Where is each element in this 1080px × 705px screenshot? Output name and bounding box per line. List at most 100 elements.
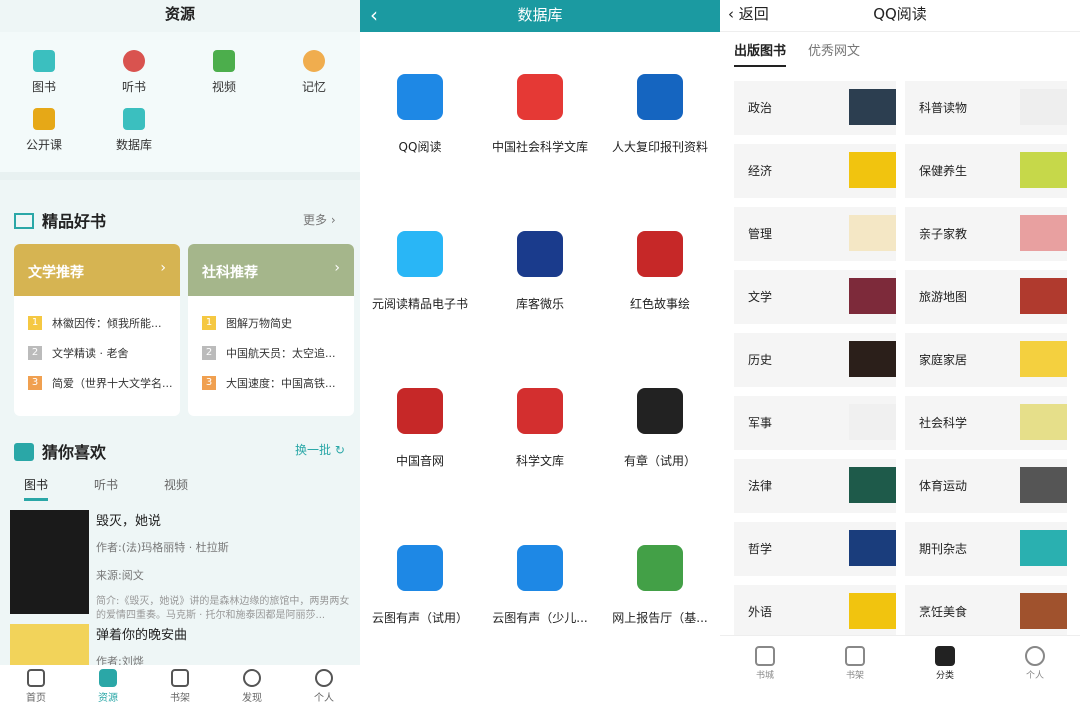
category-name: 体育运动 [919,479,968,493]
resource-video[interactable]: 视频 [194,50,254,95]
nav-label: 书架 [845,671,864,681]
database-item[interactable]: 有章（试用） [600,388,720,469]
nav-profile[interactable]: 个人 [294,665,354,705]
tab-web-novels[interactable]: 优秀网文 [808,40,860,67]
category-item[interactable]: 历史 [734,333,896,387]
list-item[interactable]: 1 图解万物简史 [188,308,354,338]
database-item[interactable]: 红色故事绘 [600,231,720,312]
more-label: 更多 [303,213,328,227]
guess-title: 猜你喜欢 [42,443,107,462]
list-item[interactable]: 3 大国速度：中国高铁... [188,368,354,398]
nav-resources[interactable]: 资源 [78,665,138,705]
category-name: 政治 [748,101,773,115]
category-item[interactable]: 外语 [734,585,896,639]
nav-shelf[interactable]: 书架 [825,642,885,705]
category-item[interactable]: 哲学 [734,522,896,576]
guess-heading: 猜你喜欢 [14,439,106,463]
back-button[interactable]: ‹ 返回 [728,0,769,28]
qq-reading-panel: ‹ 返回 QQ阅读 出版图书 优秀网文 政治 科普读物 经济 保健养生 管理 亲子家教 文学… [720,0,1080,705]
category-name: 旅游地图 [919,290,968,304]
category-item[interactable]: 体育运动 [905,459,1067,513]
database-item[interactable]: 元阅读精品电子书 [360,231,480,312]
category-cover [849,215,896,251]
database-label: 云图有声（少儿... [492,611,588,625]
headphones-icon [123,50,145,72]
database-item[interactable]: 中国音网 [360,388,480,469]
back-button[interactable]: ‹ [370,0,378,30]
divider [0,172,360,180]
item-title: 大国速度：中国高铁... [226,377,336,390]
tab-published-books[interactable]: 出版图书 [734,40,787,67]
book-desc: 简介:《毁灭，她说》讲的是森林边缘的旅馆中，两男两女的爱情四重奏。马克斯 · 托… [96,596,350,621]
resource-books[interactable]: 图书 [14,50,74,95]
card-header[interactable]: 文学推荐 › [14,244,180,296]
nav-profile[interactable]: 个人 [1005,642,1065,705]
nav-label: 个人 [1025,671,1044,681]
refresh-label: 换一批 [295,443,332,457]
database-item[interactable]: QQ阅读 [360,74,480,155]
category-name: 期刊杂志 [919,542,968,556]
database-label: 科学文库 [515,454,564,468]
category-item[interactable]: 亲子家教 [905,207,1067,261]
database-item[interactable]: 库客微乐 [480,231,600,312]
category-item[interactable]: 家庭家居 [905,333,1067,387]
category-item[interactable]: 烹饪美食 [905,585,1067,639]
database-logo-icon [637,545,683,591]
category-name: 外语 [748,605,773,619]
category-item[interactable]: 政治 [734,81,896,135]
tab-audiobooks[interactable]: 听书 [94,476,118,501]
resource-grid: 图书 听书 视频 记忆 公开课 数据库 [0,32,360,172]
more-link[interactable]: 更多 › [303,211,336,228]
nav-bookstore[interactable]: 书城 [735,642,795,705]
social-science-card[interactable]: 社科推荐 › 1 图解万物简史 2 中国航天员：太空追... 3 大国速度：中国高铁..… [188,244,354,416]
category-item[interactable]: 期刊杂志 [905,522,1067,576]
database-item[interactable]: 科学文库 [480,388,600,469]
list-item[interactable]: 2 文学精读 · 老舍 [14,338,180,368]
tab-video[interactable]: 视频 [164,476,188,501]
nav-category[interactable]: 分类 [915,642,975,705]
book-open-icon [845,646,865,666]
resource-open-class[interactable]: 公开课 [14,108,74,153]
database-item[interactable]: 人大复印报刊资料 [600,74,720,155]
literature-card[interactable]: 文学推荐 › 1 林徽因传：倾我所能... 2 文学精读 · 老舍 3 简爱（世界十大文… [14,244,180,416]
database-item[interactable]: 云图有声（少儿... [480,545,600,626]
card-header[interactable]: 社科推荐 › [188,244,354,296]
database-item[interactable]: 云图有声（试用） [360,545,480,626]
category-item[interactable]: 经济 [734,144,896,198]
rank-badge: 2 [202,346,216,360]
category-name: 经济 [748,164,773,178]
nav-discover[interactable]: 发现 [222,665,282,705]
database-item[interactable]: 中国社会科学文库 [480,74,600,155]
category-name: 管理 [748,227,773,241]
home-icon [27,669,45,687]
book-cover [10,510,89,614]
tab-books[interactable]: 图书 [24,476,49,501]
category-item[interactable]: 旅游地图 [905,270,1067,324]
category-item[interactable]: 社会科学 [905,396,1067,450]
category-item[interactable]: 文学 [734,270,896,324]
resource-database[interactable]: 数据库 [104,108,164,153]
compass-icon [243,669,261,687]
category-item[interactable]: 保健养生 [905,144,1067,198]
refresh-button[interactable]: 换一批 ↻ [295,441,345,458]
rank-badge: 3 [202,376,216,390]
resources-panel: 资源 图书 听书 视频 记忆 公开课 数据库 精品好书 更多 › 文学推荐 › 1… [0,0,360,705]
category-item[interactable]: 科普读物 [905,81,1067,135]
database-panel: ‹ 数据库 QQ阅读 中国社会科学文库 人大复印报刊资料 元阅读精品电子书 库客微乐 红色… [360,0,720,705]
database-logo-icon [397,74,443,120]
list-item[interactable]: 3 简爱（世界十大文学名... [14,368,180,398]
resource-audiobooks[interactable]: 听书 [104,50,164,95]
list-item[interactable]: 1 林徽因传：倾我所能... [14,308,180,338]
database-label: 有章（试用） [623,454,696,468]
nav-home[interactable]: 首页 [6,665,66,705]
database-item[interactable]: 网上报告厅（基... [600,545,720,626]
category-item[interactable]: 管理 [734,207,896,261]
resource-memory[interactable]: 记忆 [284,50,344,95]
list-item[interactable]: 2 中国航天员：太空追... [188,338,354,368]
category-cover [849,593,896,629]
category-item[interactable]: 军事 [734,396,896,450]
database-logo-icon [637,231,683,277]
database-label: 中国社会科学文库 [491,140,588,154]
category-item[interactable]: 法律 [734,459,896,513]
nav-shelf[interactable]: 书架 [150,665,210,705]
